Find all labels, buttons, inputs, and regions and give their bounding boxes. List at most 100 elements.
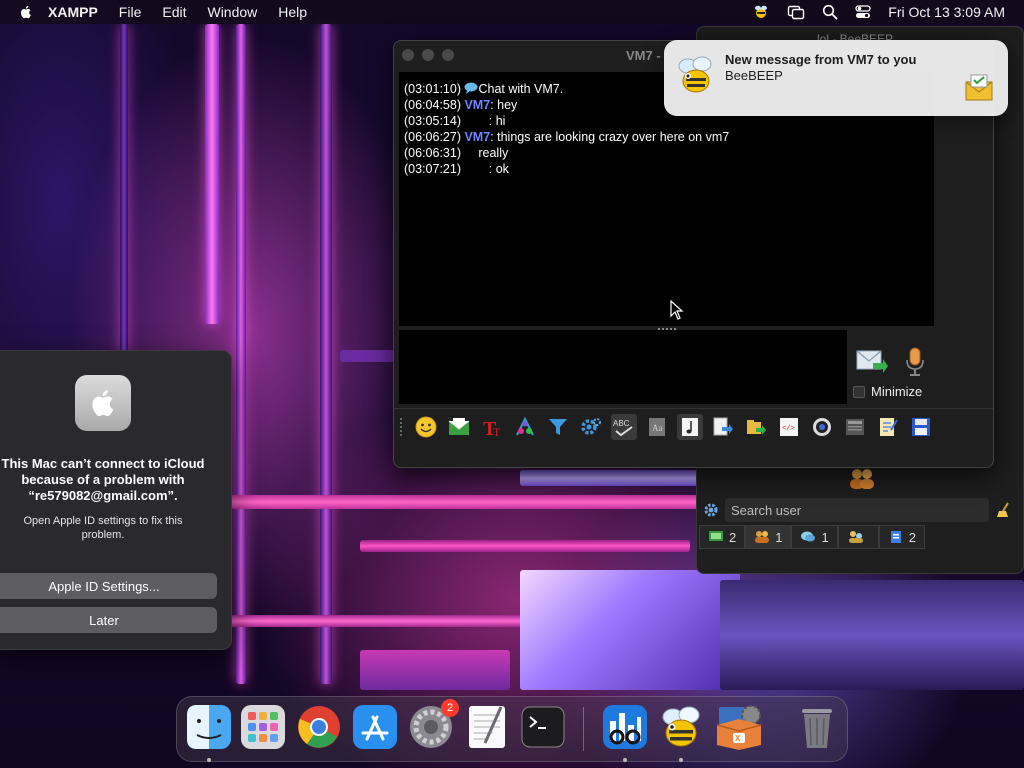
menu-file[interactable]: File [119, 4, 142, 20]
later-button[interactable]: Later [0, 607, 217, 633]
dock-finder-icon[interactable] [185, 703, 233, 751]
tab-group-chats[interactable] [837, 525, 879, 549]
files-icon [890, 531, 901, 543]
control-center-icon[interactable] [855, 4, 871, 20]
font-icon[interactable]: TT [479, 414, 505, 440]
chat-message: (06:06:31) really [404, 145, 934, 161]
dock-chrome-icon[interactable] [295, 703, 343, 751]
envelope-icon [965, 74, 993, 101]
menu-window[interactable]: Window [207, 4, 257, 20]
send-file-icon[interactable] [710, 414, 736, 440]
message-input[interactable] [399, 330, 847, 404]
users-online-icon [709, 531, 723, 541]
music-note-icon[interactable] [677, 413, 703, 440]
chat-bubble-icon [464, 82, 478, 94]
message-text: Chat with VM7. [478, 82, 564, 96]
voice-message-button[interactable] [904, 347, 926, 377]
message-time: (06:06:27) [404, 130, 461, 144]
svg-text:T: T [493, 425, 501, 438]
close-button[interactable] [402, 49, 414, 61]
zoom-button[interactable] [442, 49, 454, 61]
screenshot-icon[interactable] [809, 414, 835, 440]
message-time: (06:06:31) [404, 146, 461, 160]
chats-icon [801, 531, 816, 542]
notification-title: New message from VM7 to you [725, 52, 917, 67]
message-text: : ok [464, 162, 509, 176]
svg-text:</>: </> [782, 425, 795, 433]
apple-menu-icon[interactable] [18, 4, 34, 20]
tab-chats[interactable]: 1 [791, 525, 838, 549]
message-icon[interactable] [446, 414, 472, 440]
tab-files[interactable]: 2 [878, 525, 925, 549]
dock-beebeep-icon[interactable] [657, 703, 705, 751]
minimize-option[interactable]: Minimize [853, 384, 922, 399]
dock-activity-monitor-icon[interactable] [601, 703, 649, 751]
minimize-window-button[interactable] [422, 49, 434, 61]
search-user-input[interactable] [725, 498, 989, 522]
dock-app-store-icon[interactable] [351, 703, 399, 751]
gear-icon[interactable] [703, 502, 719, 518]
message-time: (03:01:10) [404, 82, 461, 96]
color-icon[interactable] [512, 414, 538, 440]
message-text: : things are looking crazy over here on … [490, 130, 730, 144]
settings-icon[interactable] [578, 414, 604, 440]
message-text: really [464, 146, 509, 160]
chat-window-title: VM7 - [626, 48, 661, 63]
message-time: (06:04:58) [404, 98, 461, 112]
dock-launchpad-icon[interactable] [239, 703, 287, 751]
message-text: : hey [490, 98, 518, 112]
clear-search-broom-icon[interactable] [995, 501, 1013, 519]
chat-message: (03:07:21) : ok [404, 161, 934, 177]
icloud-alert-dialog: This Mac can’t connect to iCloud because… [0, 350, 232, 650]
dock-textedit-icon[interactable] [463, 703, 511, 751]
tab-count: 2 [908, 529, 916, 545]
groups-icon [755, 531, 770, 543]
tab-count: 2 [729, 529, 737, 545]
dock-xampp-icon[interactable]: X [713, 703, 762, 751]
spotlight-search-icon[interactable] [822, 4, 838, 20]
html-code-icon[interactable]: </> [776, 414, 802, 440]
emoticon-icon[interactable] [413, 414, 439, 440]
message-time: (03:05:14) [404, 114, 461, 128]
notification-banner[interactable]: New message from VM7 to you BeeBEEP [664, 40, 1008, 116]
message-text: : hi [464, 114, 506, 128]
dock-terminal-icon[interactable] [519, 703, 567, 751]
chat-toolbar: TT ABC Aa </> [394, 408, 993, 444]
folder-share-icon[interactable] [743, 414, 769, 440]
dock-trash-icon[interactable] [793, 703, 841, 751]
beebeep-icon[interactable] [752, 4, 770, 20]
dock: 2 X [176, 696, 848, 762]
dock-running-indicator [207, 758, 211, 762]
menu-app-name[interactable]: XAMPP [48, 4, 98, 20]
svg-text:Aa: Aa [652, 423, 663, 433]
tab-users[interactable]: 2 [699, 525, 746, 549]
dock-running-indicator [623, 758, 627, 762]
dialog-title: This Mac can’t connect to iCloud because… [1, 456, 205, 503]
save-chat-icon[interactable] [908, 414, 934, 440]
dock-running-indicator [679, 758, 683, 762]
dictionary-icon[interactable]: Aa [644, 414, 670, 440]
group-chat-icon [848, 531, 863, 543]
dialog-message: Open Apple ID settings to fix this probl… [23, 515, 183, 541]
minimize-label: Minimize [871, 384, 923, 399]
send-message-button[interactable] [855, 347, 889, 375]
history-icon[interactable] [842, 414, 868, 440]
dock-system-settings-icon[interactable]: 2 [407, 699, 459, 751]
users-icon [850, 469, 874, 489]
message-nick[interactable]: VM7 [464, 98, 490, 112]
tab-groups[interactable]: 1 [745, 525, 792, 549]
menu-help[interactable]: Help [278, 4, 307, 20]
svg-text:X: X [735, 734, 741, 743]
apple-id-settings-button[interactable]: Apple ID Settings... [0, 573, 217, 599]
menu-clock[interactable]: Fri Oct 13 3:09 AM [888, 4, 1005, 20]
spellcheck-icon[interactable]: ABC [611, 413, 637, 440]
toolbar-grip[interactable] [400, 417, 404, 436]
screen-mirroring-icon[interactable] [787, 4, 805, 20]
tab-count: 1 [821, 529, 829, 545]
menu-edit[interactable]: Edit [162, 4, 186, 20]
notes-icon[interactable] [875, 414, 901, 440]
minimize-checkbox[interactable] [853, 385, 865, 398]
message-nick[interactable]: VM7 [464, 130, 490, 144]
svg-text:ABC: ABC [613, 419, 630, 428]
filter-icon[interactable] [545, 414, 571, 440]
